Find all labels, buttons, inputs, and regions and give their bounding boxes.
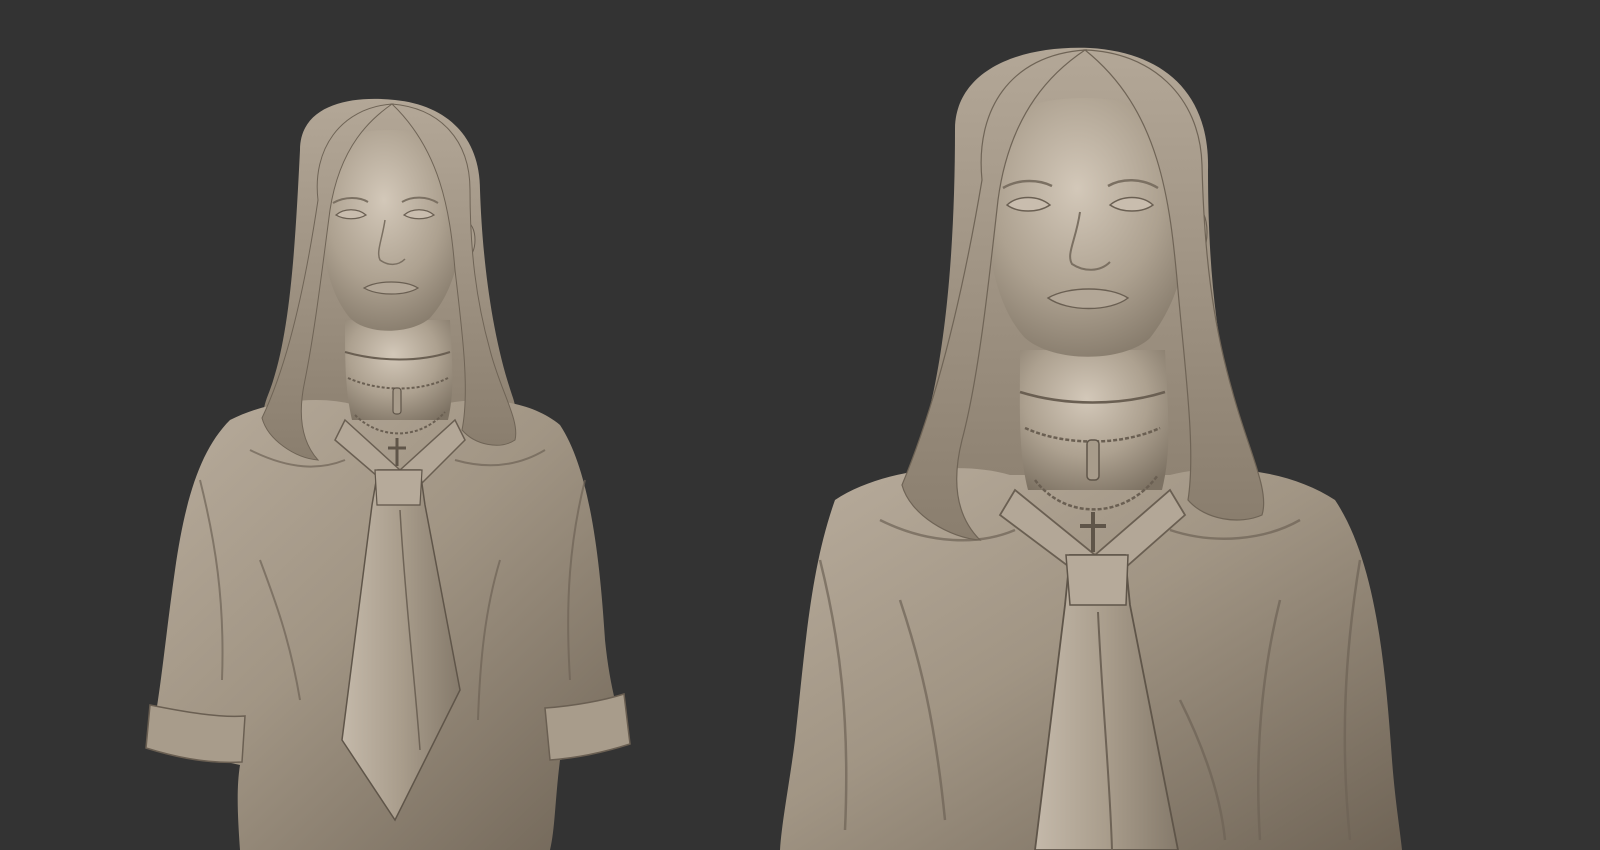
render-canvas xyxy=(0,0,1600,850)
render-viewport xyxy=(0,0,1600,850)
tie-knot xyxy=(1065,554,1129,606)
pendant xyxy=(392,387,402,415)
pendant xyxy=(1086,439,1100,481)
tie-knot xyxy=(374,469,423,506)
